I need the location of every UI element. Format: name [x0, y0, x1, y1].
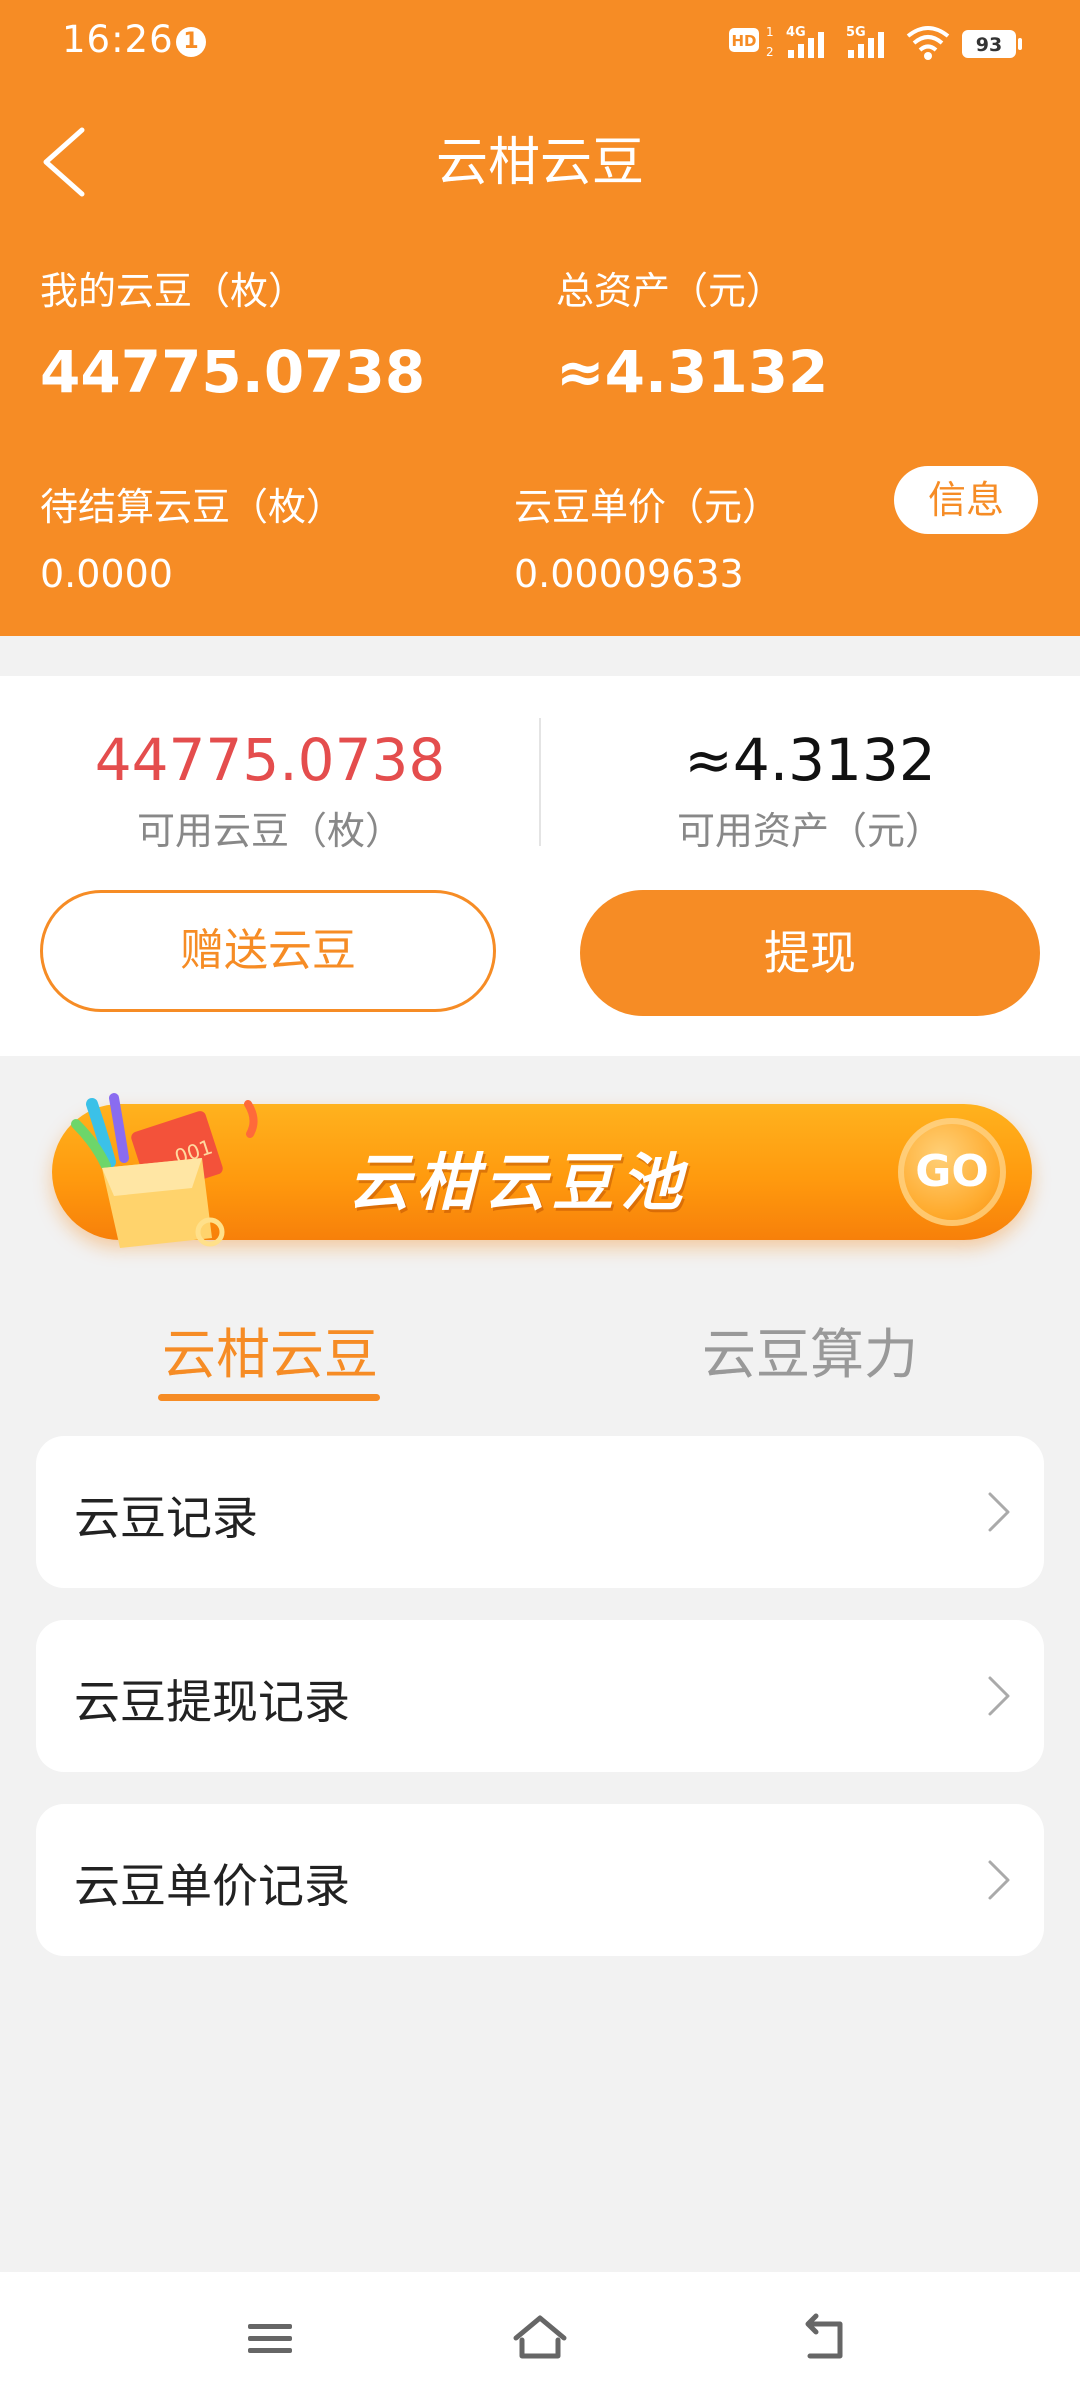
status-icons: HD 2 1 4G 5G 93: [728, 22, 1028, 64]
4g-signal-icon: 4G: [786, 25, 824, 58]
available-assets-label: 可用资产（元）: [676, 809, 943, 853]
svg-text:2: 2: [766, 45, 774, 59]
list-item-bean-records[interactable]: 云豆记录: [36, 1436, 1044, 1588]
5g-label: 5G: [846, 25, 866, 40]
hd-label: HD: [731, 32, 756, 50]
total-assets-label: 总资产（元）: [556, 269, 785, 313]
5g-signal-icon: 5G: [846, 25, 884, 58]
available-beans-label: 可用云豆（枚）: [136, 809, 403, 853]
page-title: 云柑云豆: [435, 133, 644, 193]
go-button[interactable]: GO: [898, 1118, 1006, 1226]
svg-text:1: 1: [766, 25, 774, 39]
my-beans-label: 我的云豆（枚）: [40, 269, 307, 313]
available-assets-value: ≈4.3132: [684, 726, 936, 794]
return-icon[interactable]: [796, 2310, 856, 2366]
chevron-right-icon: [988, 1676, 1010, 1716]
available-assets: ≈4.3132 可用资产（元）: [540, 726, 1080, 855]
status-time: 16:26: [62, 18, 174, 61]
gift-box-illustration-icon: 001: [71, 1093, 258, 1248]
available-beans-value: 44775.0738: [94, 726, 446, 794]
header: 云柑云豆 我的云豆（枚） 44775.0738 总资产（元） ≈4.3132 待…: [0, 86, 1080, 636]
pending-beans-value: 0.0000: [40, 552, 173, 596]
bean-pool-banner[interactable]: 001 云柑云豆池 GO: [52, 1093, 1032, 1248]
list-item-label: 云豆单价记录: [74, 1859, 350, 1913]
system-nav-bar: [0, 2272, 1080, 2400]
menu-icon[interactable]: [240, 2310, 300, 2366]
wifi-icon: [906, 26, 950, 60]
withdraw-button[interactable]: 提现: [580, 890, 1040, 1016]
unit-price-value: 0.00009633: [514, 552, 744, 596]
gift-beans-button[interactable]: 赠送云豆: [40, 890, 496, 1012]
pending-beans-label: 待结算云豆（枚）: [40, 485, 345, 529]
balance-card: 44775.0738 可用云豆（枚） ≈4.3132 可用资产（元） 赠送云豆 …: [0, 676, 1080, 1056]
my-beans-value: 44775.0738: [40, 338, 426, 406]
home-icon[interactable]: [510, 2310, 570, 2366]
total-assets-value: ≈4.3132: [556, 338, 829, 406]
tab-bean-hashpower[interactable]: 云豆算力: [540, 1310, 1080, 1389]
chevron-right-icon: [988, 1492, 1010, 1532]
hd-signal-icon: HD 2 1: [729, 25, 774, 59]
chevron-right-icon: [988, 1860, 1010, 1900]
unit-price-label: 云豆单价（元）: [514, 485, 781, 529]
info-button[interactable]: 信息: [894, 466, 1038, 534]
list-item-withdraw-records[interactable]: 云豆提现记录: [36, 1620, 1044, 1772]
4g-label: 4G: [786, 25, 806, 40]
status-bar: 16:26 1 HD 2 1 4G 5G 93: [0, 0, 1080, 86]
notification-badge: 1: [176, 27, 206, 57]
list-item-price-records[interactable]: 云豆单价记录: [36, 1804, 1044, 1956]
battery-icon: 93: [962, 30, 1022, 58]
list-item-label: 云豆提现记录: [74, 1675, 350, 1729]
battery-level: 93: [976, 34, 1002, 56]
tab-active-indicator: [158, 1394, 380, 1401]
pool-title: 云柑云豆池: [348, 1146, 689, 1219]
available-beans: 44775.0738 可用云豆（枚）: [0, 726, 540, 855]
tab-yungan-beans[interactable]: 云柑云豆: [0, 1310, 540, 1389]
list-item-label: 云豆记录: [74, 1491, 258, 1545]
